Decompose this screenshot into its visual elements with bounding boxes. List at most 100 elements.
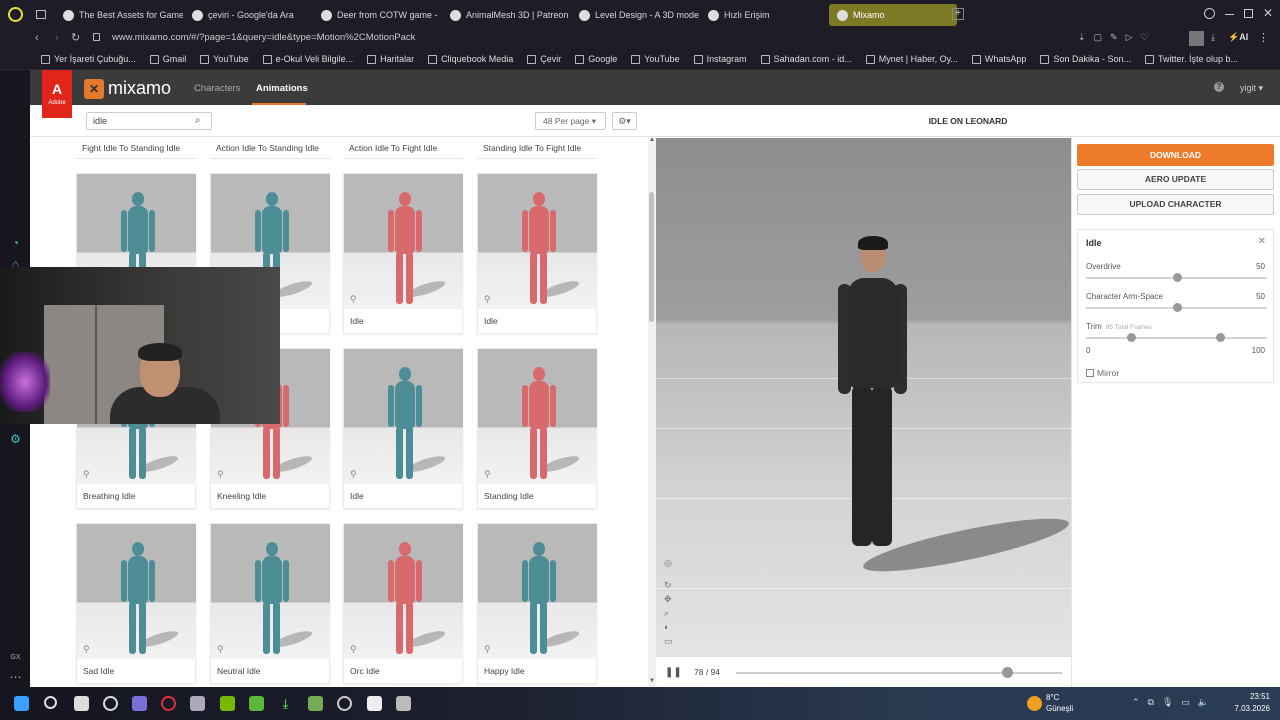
nvidia-icon[interactable] xyxy=(220,696,235,711)
unity-icon[interactable] xyxy=(367,696,382,711)
bookmark-item[interactable]: Twitter. İşte olup b... xyxy=(1138,54,1245,64)
menu-icon[interactable]: ⋮ xyxy=(1258,31,1269,44)
animation-card-label[interactable]: Action Idle To Standing Idle xyxy=(216,143,319,153)
minecraft-icon[interactable] xyxy=(308,696,323,711)
animation-card[interactable]: ⚲ Sad Idle xyxy=(76,523,196,684)
bookmark-item[interactable]: Sahadan.com - id... xyxy=(754,54,859,64)
browser-tab[interactable]: The Best Assets for Game xyxy=(55,4,183,26)
arm-space-slider[interactable] xyxy=(1172,303,1182,312)
forward-icon[interactable]: › xyxy=(55,32,59,44)
bookmark-item[interactable]: Mynet | Haber, Oy... xyxy=(859,54,965,64)
url-field[interactable]: www.mixamo.com/#/?page=1&query=idle&type… xyxy=(112,32,415,43)
upload-character-button[interactable]: UPLOAD CHARACTER xyxy=(1077,194,1274,215)
avatar[interactable] xyxy=(1189,31,1204,46)
rotate-icon[interactable]: ↻ xyxy=(664,580,674,590)
bookmark-item[interactable]: Gmail xyxy=(143,54,194,64)
zoom-icon[interactable]: ⌕ xyxy=(664,608,674,618)
minimize-button[interactable] xyxy=(1225,14,1234,15)
bookmark-item[interactable]: Çevir xyxy=(520,54,568,64)
browser-tab[interactable]: çeviri - Google'da Ara xyxy=(184,4,312,26)
pan-icon[interactable]: ✥ xyxy=(664,594,674,604)
nav-characters[interactable]: Characters xyxy=(194,83,240,94)
browser-tab[interactable]: Deer from COTW game - xyxy=(313,4,441,26)
animation-card-label[interactable]: Standing Idle To Fight Idle xyxy=(483,143,581,153)
windows-start-icon[interactable] xyxy=(14,696,29,711)
download-button[interactable]: DOWNLOAD xyxy=(1077,144,1274,166)
app-icon[interactable] xyxy=(190,696,205,711)
scroll-up-icon[interactable]: ▲ xyxy=(649,137,655,143)
blender-icon[interactable] xyxy=(396,696,411,711)
downloads-icon[interactable]: ⤓ xyxy=(278,696,293,711)
animation-thumbnail[interactable]: ⚲ xyxy=(344,349,463,484)
trim-end-handle[interactable] xyxy=(1215,333,1225,342)
scroll-down-icon[interactable]: ▼ xyxy=(649,678,655,684)
grid-scrollbar[interactable]: ▲ ▼ xyxy=(648,137,656,687)
browser-tab[interactable]: Mixamo xyxy=(829,4,957,26)
steam-icon[interactable] xyxy=(337,696,352,711)
back-icon[interactable]: ‹ xyxy=(35,32,39,44)
mixamo-logo[interactable]: ✕ mixamo xyxy=(84,78,171,99)
search-input[interactable]: idle ⌕ xyxy=(86,112,212,130)
aero-update-button[interactable]: AERO UPDATE xyxy=(1077,169,1274,190)
bookmark-item[interactable]: WhatsApp xyxy=(965,54,1034,64)
animation-card[interactable]: ⚲ Standing Idle xyxy=(477,348,597,509)
adobe-logo[interactable]: A Adobe xyxy=(42,70,72,118)
animation-thumbnail[interactable]: ⚲ xyxy=(344,524,463,659)
timeline-track[interactable] xyxy=(736,672,1062,674)
trim-start-handle[interactable] xyxy=(1127,333,1137,342)
bookmark-item[interactable]: e-Okul Veli Bilgile... xyxy=(256,54,361,64)
bookmark-item[interactable]: Haritalar xyxy=(360,54,421,64)
animation-thumbnail[interactable]: ⚲ xyxy=(478,349,597,484)
clock[interactable]: 23:51 7.03.2026 xyxy=(1234,691,1270,715)
chatgpt-icon[interactable] xyxy=(103,696,118,711)
teams-icon[interactable] xyxy=(132,696,147,711)
opera-logo-icon[interactable] xyxy=(8,7,23,22)
bookmark-item[interactable]: Instagram xyxy=(687,54,754,64)
search-tabs-icon[interactable] xyxy=(1204,8,1215,19)
per-page-select[interactable]: 48 Per page ▾ xyxy=(535,112,606,130)
download-icon[interactable]: ⤓ xyxy=(1211,32,1215,43)
lighting-icon[interactable]: ◐ xyxy=(664,622,674,632)
weather-widget[interactable]: 8°C Güneşli xyxy=(1027,692,1073,714)
bookmark-item[interactable]: Yer İşareti Çubuğu... xyxy=(34,54,143,64)
3d-viewport[interactable]: ◎ ↻ ✥ ⌕ ◐ ▭ xyxy=(656,138,1071,656)
mirror-checkbox[interactable]: Mirror xyxy=(1086,368,1119,378)
search-icon[interactable] xyxy=(44,696,57,709)
extensions-icons[interactable]: ⇣▢✎▷♡ xyxy=(1078,32,1157,43)
gx-icon[interactable]: GX xyxy=(9,651,22,664)
bookmark-item[interactable]: Cliquebook Media xyxy=(421,54,520,64)
pause-icon[interactable]: ❚❚ xyxy=(665,667,682,678)
animation-thumbnail[interactable]: ⚲ xyxy=(478,174,597,309)
nav-animations[interactable]: Animations xyxy=(256,83,308,94)
animation-thumbnail[interactable]: ⚲ xyxy=(211,524,330,659)
animation-card[interactable]: ⚲ Idle xyxy=(343,348,463,509)
animation-thumbnail[interactable]: ⚲ xyxy=(344,174,463,309)
user-menu[interactable]: yigit ▾ xyxy=(1240,83,1263,94)
browser-tab[interactable]: Hızlı Erişim xyxy=(700,4,820,26)
close-window-button[interactable]: ✕ xyxy=(1263,6,1273,20)
new-tab-button[interactable]: + xyxy=(952,8,964,20)
tab-list-icon[interactable] xyxy=(36,10,46,19)
animation-card[interactable]: ⚲ Neutral Idle xyxy=(210,523,330,684)
animation-card[interactable]: ⚲ Orc Idle xyxy=(343,523,463,684)
task-view-icon[interactable] xyxy=(74,696,89,711)
trim-track[interactable] xyxy=(1086,333,1267,342)
arm-space-track[interactable] xyxy=(1086,303,1267,312)
browser-tab[interactable]: Level Design - A 3D mode xyxy=(571,4,699,26)
animation-card[interactable]: ⚲ Happy Idle xyxy=(477,523,597,684)
more-icon[interactable]: ⋯ xyxy=(9,671,22,684)
search-icon[interactable]: ⌕ xyxy=(195,114,208,128)
settings-dropdown-button[interactable]: ⚙▾ xyxy=(612,112,637,130)
animation-card-label[interactable]: Action Idle To Fight Idle xyxy=(349,143,437,153)
camera-icon[interactable]: ◎ xyxy=(664,558,674,568)
game-icon[interactable] xyxy=(249,696,264,711)
bookmark-item[interactable]: Google xyxy=(568,54,624,64)
maximize-button[interactable] xyxy=(1244,9,1253,18)
scrollbar-thumb[interactable] xyxy=(649,192,654,322)
animation-thumbnail[interactable]: ⚲ xyxy=(478,524,597,659)
animation-thumbnail[interactable]: ⚲ xyxy=(77,524,196,659)
screen-icon[interactable]: ▭ xyxy=(664,636,674,646)
close-icon[interactable]: ✕ xyxy=(1258,236,1266,247)
reload-icon[interactable]: ↻ xyxy=(71,31,80,44)
animation-card[interactable]: ⚲ Idle xyxy=(477,173,597,334)
